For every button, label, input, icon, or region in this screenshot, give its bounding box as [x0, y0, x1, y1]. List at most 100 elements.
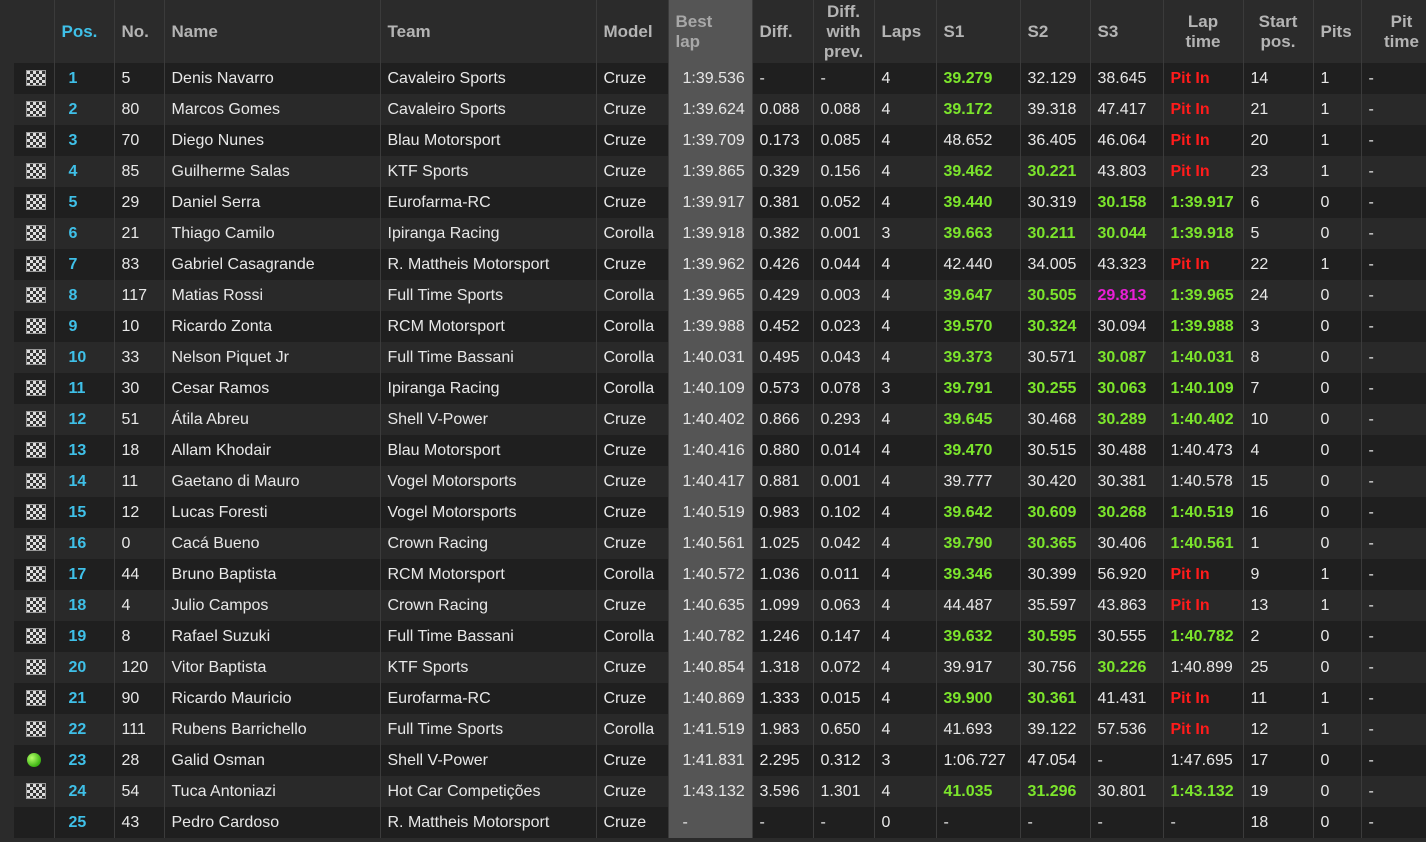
header-model[interactable]: Model [596, 0, 669, 63]
status-cell [14, 435, 55, 466]
header-lap-time-l1: Lap [1187, 11, 1219, 31]
header-diff-prev-l2: with [826, 21, 861, 41]
start-pos-cell: 1 [1243, 528, 1314, 559]
status-cell [14, 63, 55, 94]
table-row[interactable]: 20 120 Vitor Baptista KTF Sports Cruze 1:40.8… [14, 652, 1426, 683]
s3-cell: 41.431 [1090, 683, 1164, 714]
pits-cell: 1 [1313, 559, 1362, 590]
start-pos-cell: 4 [1243, 435, 1314, 466]
start-pos-cell: 22 [1243, 249, 1314, 280]
team-name: Cavaleiro Sports [380, 94, 597, 125]
header-start-pos[interactable]: Start pos. [1243, 0, 1314, 63]
diff-prev-cell: 0.072 [813, 652, 875, 683]
table-row[interactable]: 16 0 Cacá Bueno Crown Racing Cruze 1:40.561 1.… [14, 528, 1426, 559]
pit-time-cell: - [1361, 714, 1426, 745]
best-lap: 1:39.917 [668, 187, 753, 218]
table-row[interactable]: 12 51 Átila Abreu Shell V-Power Cruze 1:40.40… [14, 404, 1426, 435]
s2-cell: 30.468 [1020, 404, 1091, 435]
driver-name: Lucas Foresti [164, 497, 381, 528]
header-name[interactable]: Name [164, 0, 381, 63]
header-diff[interactable]: Diff. [752, 0, 814, 63]
header-no[interactable]: No. [114, 0, 165, 63]
driver-name: Bruno Baptista [164, 559, 381, 590]
table-row[interactable]: 18 4 Julio Campos Crown Racing Cruze 1:40.635… [14, 590, 1426, 621]
s3-cell: 38.645 [1090, 63, 1164, 94]
table-row[interactable]: 7 83 Gabriel Casagrande R. Mattheis Motorsp… [14, 249, 1426, 280]
table-row[interactable]: 22 111 Rubens Barrichello Full Time Sports C… [14, 714, 1426, 745]
table-row[interactable]: 14 11 Gaetano di Mauro Vogel Motorsports Cru… [14, 466, 1426, 497]
pit-time-cell: - [1361, 683, 1426, 714]
pos-cell: 4 [54, 156, 115, 187]
driver-name: Gaetano di Mauro [164, 466, 381, 497]
header-s2[interactable]: S2 [1020, 0, 1091, 63]
s3-cell: 47.417 [1090, 94, 1164, 125]
laps-cell: 3 [874, 745, 937, 776]
table-row[interactable]: 10 33 Nelson Piquet Jr Full Time Bassani Cor… [14, 342, 1426, 373]
pos-cell: 12 [54, 404, 115, 435]
start-pos-cell: 16 [1243, 497, 1314, 528]
pit-time-cell: - [1361, 807, 1426, 838]
start-pos-cell: 20 [1243, 125, 1314, 156]
table-row[interactable]: 1 5 Denis Navarro Cavaleiro Sports Cruze 1:39… [14, 63, 1426, 94]
table-row[interactable]: 13 18 Allam Khodair Blau Motorsport Cruze 1:4… [14, 435, 1426, 466]
team-name: Full Time Bassani [380, 621, 597, 652]
laps-cell: 4 [874, 187, 937, 218]
results-body: 1 5 Denis Navarro Cavaleiro Sports Cruze 1:39… [14, 63, 1426, 838]
table-row[interactable]: 24 54 Tuca Antoniazi Hot Car Competições Cru… [14, 776, 1426, 807]
table-row[interactable]: 3 70 Diego Nunes Blau Motorsport Cruze 1:39.7… [14, 125, 1426, 156]
pit-time-cell: - [1361, 776, 1426, 807]
s1-cell: 39.462 [936, 156, 1021, 187]
pits-cell: 0 [1313, 745, 1362, 776]
table-row[interactable]: 2 80 Marcos Gomes Cavaleiro Sports Cruze 1:39… [14, 94, 1426, 125]
pos-cell: 22 [54, 714, 115, 745]
pos-cell: 14 [54, 466, 115, 497]
pit-time-cell: - [1361, 156, 1426, 187]
s2-cell: 30.324 [1020, 311, 1091, 342]
table-row[interactable]: 21 90 Ricardo Mauricio Eurofarma-RC Cruze 1:4… [14, 683, 1426, 714]
header-s3[interactable]: S3 [1090, 0, 1164, 63]
start-pos-cell: 25 [1243, 652, 1314, 683]
header-pit-time[interactable]: Pit time [1361, 0, 1426, 63]
lap-time-cell: Pit In [1163, 590, 1244, 621]
lap-time-cell: 1:40.561 [1163, 528, 1244, 559]
diff-cell: 0.426 [752, 249, 814, 280]
table-row[interactable]: 19 8 Rafael Suzuki Full Time Bassani Corolla… [14, 621, 1426, 652]
table-row[interactable]: 23 28 Galid Osman Shell V-Power Cruze 1:41.83… [14, 745, 1426, 776]
header-laps[interactable]: Laps [874, 0, 937, 63]
car-number: 4 [114, 590, 165, 621]
s2-cell: 39.318 [1020, 94, 1091, 125]
header-s1[interactable]: S1 [936, 0, 1021, 63]
car-model: Cruze [596, 404, 669, 435]
header-team[interactable]: Team [380, 0, 597, 63]
table-row[interactable]: 25 43 Pedro Cardoso R. Mattheis Motorsport C… [14, 807, 1426, 838]
pit-time-cell: - [1361, 187, 1426, 218]
s1-cell: 39.663 [936, 218, 1021, 249]
pit-time-cell: - [1361, 63, 1426, 94]
table-row[interactable]: 5 29 Daniel Serra Eurofarma-RC Cruze 1:39.917… [14, 187, 1426, 218]
car-number: 28 [114, 745, 165, 776]
s2-cell: 30.505 [1020, 280, 1091, 311]
header-best-lap[interactable]: Best lap [668, 0, 753, 63]
checkered-flag-icon [26, 473, 46, 490]
header-pits[interactable]: Pits [1313, 0, 1362, 63]
header-diff-prev[interactable]: Diff. with prev. [813, 0, 875, 63]
table-row[interactable]: 4 85 Guilherme Salas KTF Sports Cruze 1:39.86… [14, 156, 1426, 187]
table-row[interactable]: 6 21 Thiago Camilo Ipiranga Racing Corolla 1:… [14, 218, 1426, 249]
diff-cell: - [752, 63, 814, 94]
table-row[interactable]: 11 30 Cesar Ramos Ipiranga Racing Corolla 1:4… [14, 373, 1426, 404]
diff-cell: 0.452 [752, 311, 814, 342]
table-row[interactable]: 9 10 Ricardo Zonta RCM Motorsport Corolla 1:3… [14, 311, 1426, 342]
table-row[interactable]: 17 44 Bruno Baptista RCM Motorsport Corolla 1… [14, 559, 1426, 590]
header-lap-time[interactable]: Lap time [1163, 0, 1244, 63]
pos-cell: 18 [54, 590, 115, 621]
start-pos-cell: 19 [1243, 776, 1314, 807]
table-row[interactable]: 8 117 Matias Rossi Full Time Sports Corolla 1… [14, 280, 1426, 311]
s2-cell: 30.609 [1020, 497, 1091, 528]
car-number: 5 [114, 63, 165, 94]
header-pos[interactable]: Pos. [54, 0, 115, 63]
car-number: 30 [114, 373, 165, 404]
s3-cell: 30.087 [1090, 342, 1164, 373]
table-row[interactable]: 15 12 Lucas Foresti Vogel Motorsports Cruze 1… [14, 497, 1426, 528]
s2-cell: 31.296 [1020, 776, 1091, 807]
status-cell [14, 776, 55, 807]
